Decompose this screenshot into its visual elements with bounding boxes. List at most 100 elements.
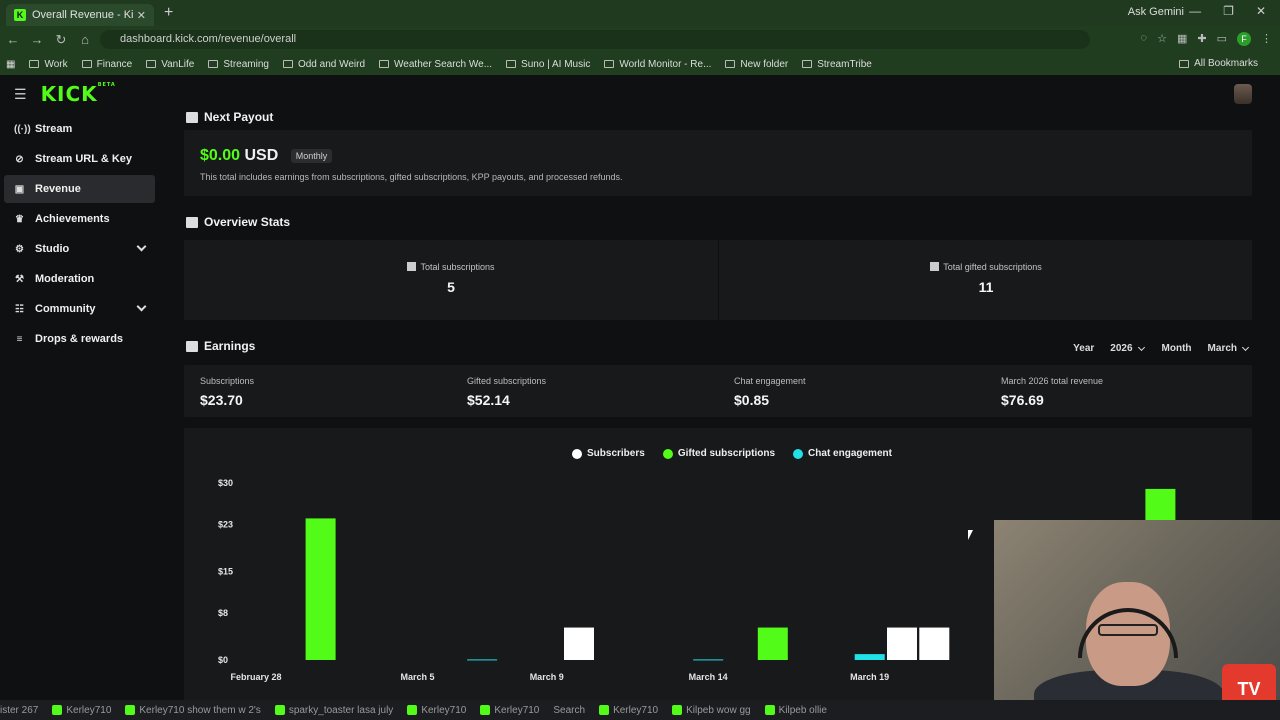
bookmark-label: New folder [740,58,789,70]
bar-subscribers[interactable] [919,627,950,660]
forward-icon[interactable]: → [26,32,48,47]
bookmark-item[interactable]: World Monitor - Re... [604,59,711,70]
bar-subscribers[interactable] [887,627,917,660]
month-select[interactable]: March [1202,340,1254,357]
sidebar-item-community[interactable]: ☷ Community [4,295,155,323]
chevron-down-icon[interactable] [136,241,147,252]
all-bookmarks[interactable]: All Bookmarks [1179,58,1258,69]
broadcast-icon: ((·)) [14,123,31,135]
earnings-chat: Chat engagement $0.85 [718,365,984,417]
sidebar-item-drops-rewards[interactable]: ≡ Drops & rewards [4,325,155,353]
sidepanel-icon[interactable]: ▭ [1217,32,1227,46]
bookmark-label: StreamTribe [817,58,872,70]
sidebar-item-stream-url-key[interactable]: ⊘ Stream URL & Key [4,145,155,173]
apps-icon[interactable]: ▦ [6,59,15,70]
taskbar-item[interactable]: Kerley710 [480,705,539,716]
bookmark-item[interactable]: Odd and Weird [282,58,366,70]
new-tab-icon[interactable]: + [164,4,173,22]
payout-period-badge: Monthly [290,148,333,163]
folder-icon [29,60,40,68]
tab-title: Overall Revenue - Kick Dashbo [32,9,133,21]
bookmark-item[interactable]: Streaming [208,59,269,70]
bookmark-item[interactable]: New folder [725,59,788,70]
back-icon[interactable]: ← [2,32,24,47]
legend-subscribers[interactable]: Subscribers [572,448,645,459]
taskbar-label: Kilpeb ollie [778,704,827,716]
folder-icon [282,60,293,68]
bookmark-item[interactable]: Finance [81,59,132,70]
sidebar-item-label: Drops & rewards [35,333,124,345]
hamburger-menu-icon[interactable]: ☰ [14,86,27,103]
stat-value: 5 [447,279,455,295]
bookmark-item[interactable]: VanLife [146,59,194,70]
close-window-icon[interactable]: ✕ [1256,4,1266,18]
close-tab-icon[interactable]: ✕ [137,9,146,22]
bar-chat-engagement[interactable] [467,659,498,661]
bookmark-item[interactable]: Suno | AI Music [506,59,590,70]
payout-icon [186,111,198,123]
taskbar-item[interactable]: Kilpeb ollie [764,704,827,716]
folder-icon [81,60,92,68]
bookmark-item[interactable]: Work [29,59,68,70]
bookmark-item[interactable]: Weather Search We... [379,59,492,70]
profile-avatar[interactable]: F [1237,32,1251,46]
eye-off-icon[interactable]: ◌ [1141,32,1148,46]
chevron-down-icon[interactable] [136,301,147,312]
bookmark-label: Odd and Weird [297,58,366,70]
bookmark-label: World Monitor - Re... [619,58,712,70]
sidebar-item-label: Stream [35,123,73,135]
x-tick-label: March 9 [530,672,564,682]
sidebar-item-moderation[interactable]: ⚒ Moderation [4,265,155,293]
minimize-icon[interactable]: — [1189,4,1201,18]
glasses [1098,624,1158,636]
payout-value: $0.00 [200,147,241,164]
taskbar: ister 267 Kerley710 Kerley710 show them … [0,700,1280,720]
legend-gifted[interactable]: Gifted subscriptions [662,448,775,459]
next-payout-card: $0.00 USD Monthly This total includes ea… [184,130,1252,196]
taskbar-search[interactable]: Search [553,705,585,716]
home-icon[interactable]: ⌂ [74,32,96,47]
sidebar-item-revenue[interactable]: ▣ Revenue [4,175,155,203]
reload-icon[interactable]: ↻ [50,32,72,48]
ask-gemini-button[interactable]: Ask Gemini [1128,6,1184,18]
legend-chat[interactable]: Chat engagement [793,448,892,459]
browser-tab[interactable]: K Overall Revenue - Kick Dashbo ✕ [6,4,154,26]
earnings-label: Chat engagement [734,376,806,386]
star-icon[interactable]: ☆ [1157,32,1167,46]
taskbar-label: Kerley710 [421,704,467,716]
sidebar-item-studio[interactable]: ⚙ Studio [4,235,155,263]
bar-chat-engagement[interactable] [854,654,885,660]
taskbar-item[interactable]: Kerley710 [407,705,466,716]
bar-chart-icon [407,262,417,271]
taskbar-item[interactable]: Kerley710 show them w 2's [125,705,261,716]
sidebar: ☰ KICKBETA ((·)) Stream ⊘ Stream URL & Key… [0,75,160,720]
hammer-icon: ⚒ [15,273,24,285]
bar-subscribers[interactable] [564,627,594,660]
sidebar-item-achievements[interactable]: ♛ Achievements [4,205,155,233]
sidebar-item-stream[interactable]: ((·)) Stream [4,115,155,143]
url-field[interactable]: dashboard.kick.com/revenue/overall [100,30,1090,49]
maximize-icon[interactable]: ❐ [1223,4,1234,18]
bar-gifted-subscriptions[interactable] [305,518,336,660]
payout-note: This total includes earnings from subscr… [200,172,623,182]
taskbar-item[interactable]: Kilpeb wow gg [672,705,751,716]
stat-value: 11 [978,279,994,295]
year-select[interactable]: 2026 [1104,340,1149,357]
beta-badge: BETA [97,82,116,88]
bar-chart-icon [930,262,940,271]
kick-icon [480,705,491,715]
extension-icon[interactable]: ▦ [1177,32,1187,46]
folder-icon [146,60,157,68]
taskbar-item[interactable]: ister 267 [0,705,38,716]
puzzle-icon[interactable]: ✚ [1197,32,1206,46]
music-icon [506,60,517,68]
menu-icon[interactable]: ⋮ [1261,32,1272,46]
kick-logo[interactable]: KICKBETA [41,82,116,106]
taskbar-item[interactable]: sparky_toaster lasa july [274,705,393,716]
bar-chat-engagement[interactable] [693,659,724,661]
taskbar-item[interactable]: Kerley710 [599,705,658,716]
taskbar-item[interactable]: Kerley710 [52,705,111,716]
bar-gifted-subscriptions[interactable] [757,627,788,660]
x-tick-label: February 28 [230,672,281,682]
bookmark-item[interactable]: StreamTribe [802,59,872,70]
